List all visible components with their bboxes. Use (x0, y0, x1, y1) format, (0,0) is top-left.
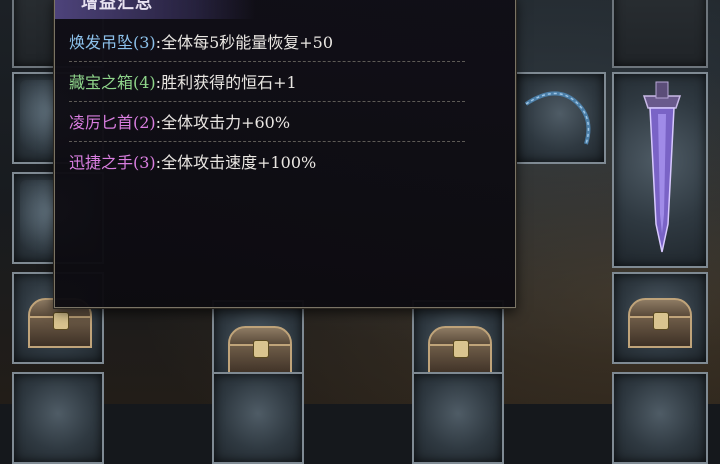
buff-row: 凌厉匕首(2):全体攻击力+60% (69, 109, 290, 135)
whip-icon (524, 91, 591, 145)
inventory-slot-bottom[interactable] (12, 372, 104, 464)
divider (69, 141, 465, 142)
dagger-icon (642, 81, 682, 253)
buff-description: :全体攻击力+60% (155, 113, 291, 132)
treasure-chest-icon (428, 326, 492, 376)
inventory-slot-bottom[interactable] (612, 372, 708, 464)
buff-row: 迅捷之手(3):全体攻击速度+100% (69, 149, 316, 175)
divider (69, 61, 465, 62)
buff-name: 迅捷之手(3) (69, 153, 156, 172)
inventory-slot-chest[interactable] (612, 272, 708, 364)
inventory-slot-whip[interactable] (514, 72, 606, 164)
buff-name: 凌厉匕首(2) (69, 113, 156, 132)
divider (69, 101, 465, 102)
treasure-chest-icon (228, 326, 292, 376)
buff-description: :胜利获得的恒石+1 (155, 73, 297, 92)
treasure-chest-icon (628, 298, 692, 348)
buff-name: 藏宝之箱(4) (69, 73, 156, 92)
buff-name: 焕发吊坠(3) (69, 33, 156, 52)
buff-row: 焕发吊坠(3):全体每5秒能量恢复+50 (69, 29, 333, 55)
tooltip-header: 增益汇总 (55, 0, 255, 19)
inventory-slot-empty[interactable] (612, 0, 708, 68)
inventory-slot-bottom[interactable] (412, 372, 504, 464)
buff-description: :全体每5秒能量恢复+50 (155, 33, 334, 52)
buff-row: 藏宝之箱(4):胜利获得的恒石+1 (69, 69, 297, 95)
buff-description: :全体攻击速度+100% (155, 153, 317, 172)
tooltip-title: 增益汇总 (81, 0, 153, 13)
inventory-slot-bottom[interactable] (212, 372, 304, 464)
buff-summary-tooltip: 增益汇总 焕发吊坠(3):全体每5秒能量恢复+50 藏宝之箱(4):胜利获得的恒… (54, 0, 516, 308)
inventory-slot-dagger[interactable] (612, 72, 708, 268)
